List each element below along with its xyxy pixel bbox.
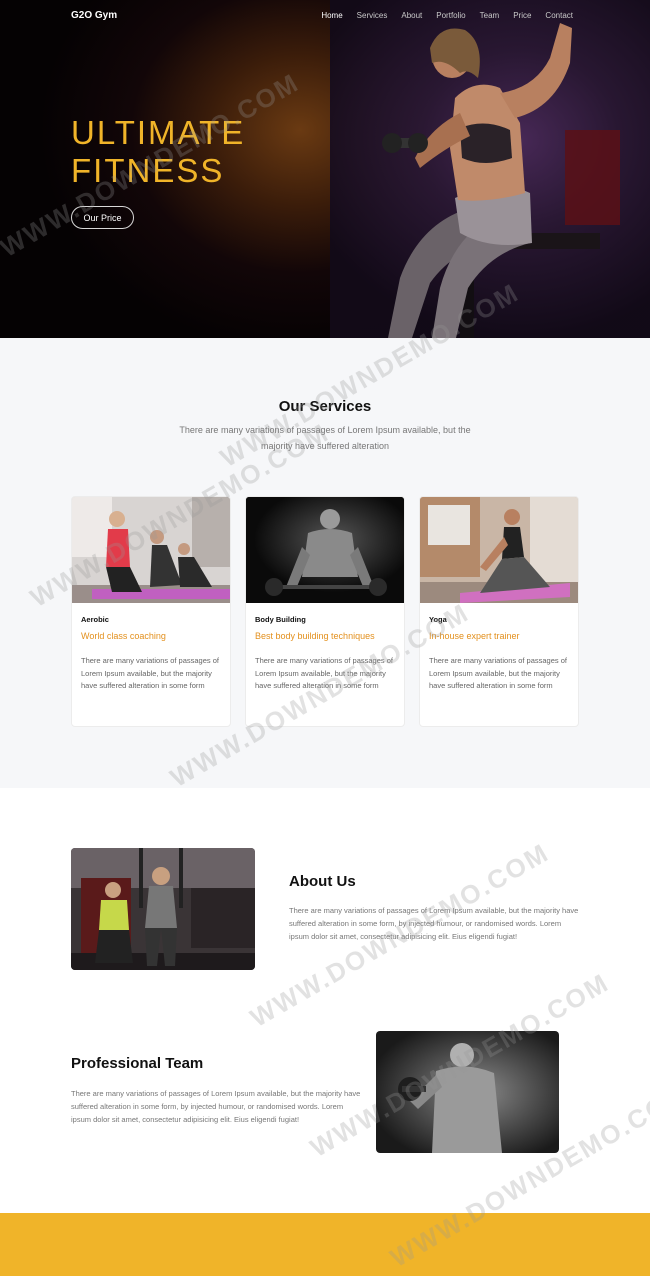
card-category: Body Building [255,615,306,624]
hero-title-line2: FITNESS [71,152,225,189]
nav-price[interactable]: Price [513,11,531,20]
nav-team[interactable]: Team [480,11,500,20]
yoga-image [420,497,578,603]
services-title: Our Services [278,398,372,415]
card-heading[interactable]: World class coaching [81,631,166,641]
nav-services[interactable]: Services [357,11,388,20]
card-category: Aerobic [81,615,109,624]
card-heading[interactable]: Best body building techniques [255,631,375,641]
bodybuilding-image [246,497,404,603]
card-category: Yoga [429,615,447,624]
team-title: Professional Team [71,1055,204,1072]
about-text: There are many variations of passages of… [289,906,579,941]
team-text: There are many variations of passages of… [71,1089,361,1124]
service-card-bodybuilding[interactable]: Body Building Best body building techniq… [245,496,405,727]
card-text: There are many variations of passages of… [255,656,393,690]
hero-athlete-image [382,23,600,338]
services-subtitle: There are many variations of passages of… [179,425,471,451]
about-image [71,848,255,970]
main-nav: Home Services About Portfolio Team Price… [321,11,573,20]
nav-home[interactable]: Home [321,11,342,20]
our-price-button[interactable]: Our Price [71,206,134,229]
team-image [376,1031,559,1153]
services-section: Our Services There are many variations o… [0,338,650,788]
card-text: There are many variations of passages of… [81,656,219,690]
footer-accent-band [0,1213,650,1276]
card-heading[interactable]: In-house expert trainer [429,631,520,641]
card-text: There are many variations of passages of… [429,656,567,690]
hero-section: G2O Gym Home Services About Portfolio Te… [0,0,650,338]
hero-title-line1: ULTIMATE [71,114,246,151]
hero-title: ULTIMATE FITNESS [71,114,245,190]
nav-portfolio[interactable]: Portfolio [436,11,465,20]
aerobic-image [72,497,230,603]
about-title: About Us [289,873,356,890]
service-card-yoga[interactable]: Yoga In-house expert trainer There are m… [419,496,579,727]
nav-contact[interactable]: Contact [545,11,573,20]
brand-logo[interactable]: G2O Gym [71,10,117,21]
service-card-aerobic[interactable]: Aerobic World class coaching There are m… [71,496,231,727]
nav-about[interactable]: About [401,11,422,20]
